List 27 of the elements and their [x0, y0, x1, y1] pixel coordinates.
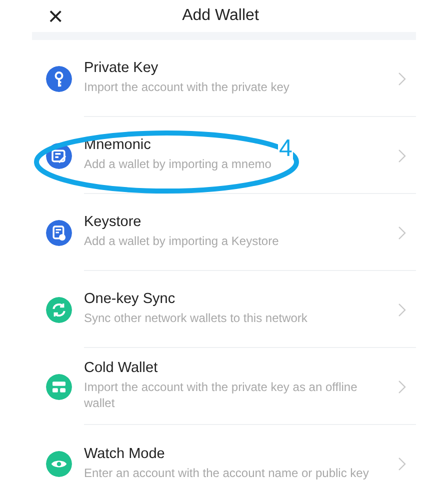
chevron-icon [398, 456, 406, 470]
list-item[interactable]: One-key Sync Sync other network wallets to this network [32, 271, 416, 348]
chevron-icon [398, 72, 406, 86]
list-item[interactable]: Cold Wallet Import the account with the private key as an offline wallet [32, 348, 416, 425]
chevron-icon [398, 380, 406, 394]
item-title: Cold Wallet [84, 360, 158, 376]
list-item[interactable]: Mnemonic Add a wallet by importing a mnemo 4 [32, 117, 416, 194]
item-description: Import the account with the private key as an offline wallet [84, 380, 358, 412]
chevron-icon [398, 226, 406, 240]
list-item[interactable]: Keystore Add a wallet by importing a Keystore [32, 194, 416, 271]
item-description: Add a wallet by importing a mnemo [84, 157, 272, 173]
item-description: Import the account with the private key [84, 80, 290, 96]
annotation-number: 4 [278, 137, 294, 161]
item-title: Private Key [84, 60, 158, 76]
item-title: Mnemonic [84, 137, 151, 154]
list-item[interactable]: Private Key Import the account with the private key [32, 40, 416, 117]
item-description: Sync other network wallets to this network [84, 311, 308, 327]
chevron-icon [398, 302, 406, 316]
item-title: Watch Mode [84, 446, 165, 462]
list-item[interactable]: Watch Mode Enter an account with the account name or public key [32, 425, 416, 500]
chevron-icon [398, 148, 406, 162]
item-description: Enter an account with the account name or public key [84, 466, 370, 482]
item-title: One-key Sync [84, 291, 176, 308]
close-button[interactable]: × [48, 3, 64, 29]
page-title: Add Wallet [182, 7, 259, 25]
item-description: Add a wallet by importing a Keystore [84, 234, 280, 250]
item-title: Keystore [84, 214, 142, 230]
